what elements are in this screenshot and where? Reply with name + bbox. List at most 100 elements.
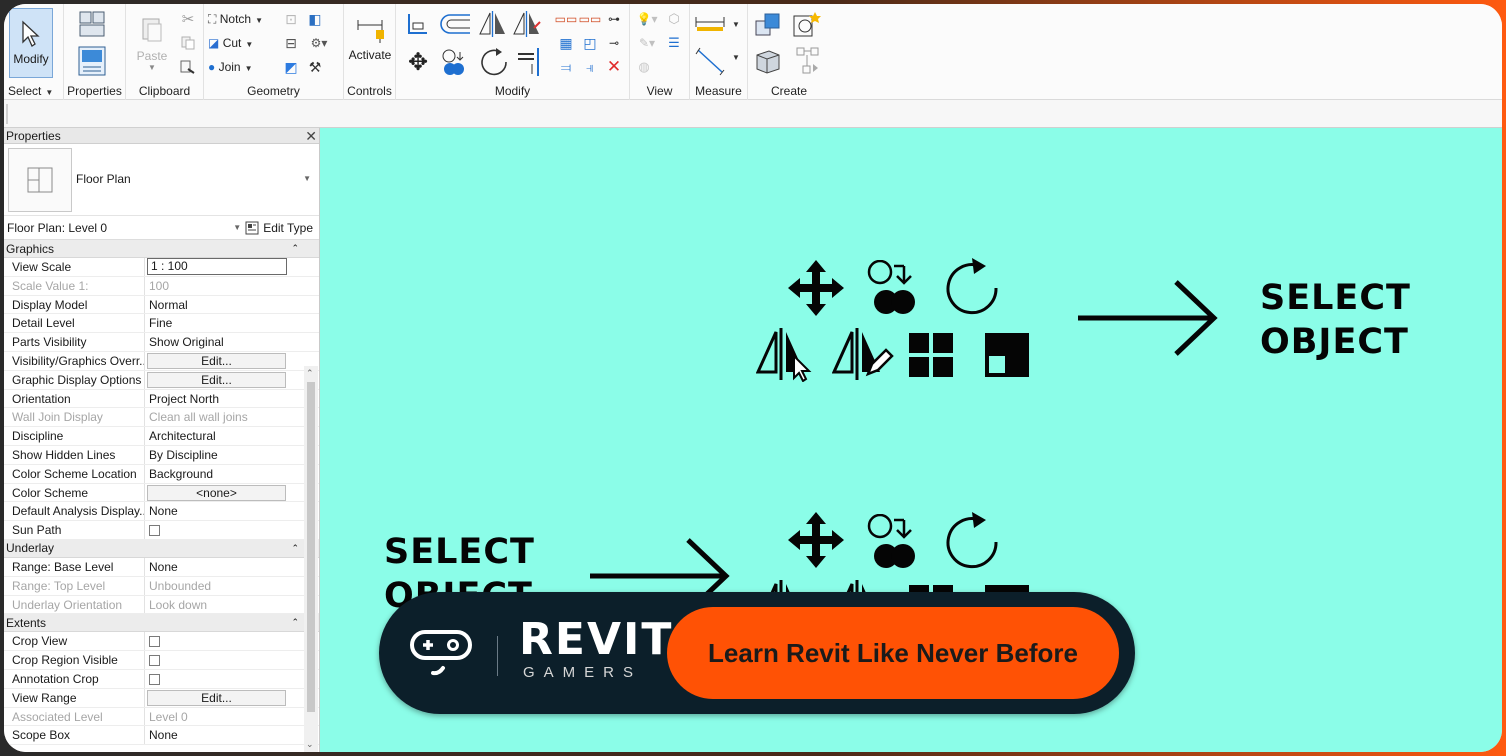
hide-element-icon[interactable]: 💡▾ [634,10,660,28]
row-hidden-lines[interactable]: Show Hidden Lines By Discipline [4,445,319,465]
crop-view-checkbox[interactable] [149,636,160,648]
chevron-down-icon: ▼ [233,223,242,232]
cut-geometry-icon: ◪ [208,36,220,50]
linework-icon[interactable]: ☰ [664,34,684,52]
align-icon[interactable] [404,10,432,38]
properties-title: Properties [6,128,61,143]
scroll-down-icon[interactable]: ⌄ [306,739,314,750]
row-crop-view: Crop View [4,632,319,652]
scroll-up-icon[interactable]: ⌃ [306,368,314,379]
paste-button[interactable]: Paste ▼ [132,10,172,76]
unpin-icon[interactable]: ⊶ [604,10,624,28]
crop-region-checkbox[interactable] [149,655,160,667]
move-icon[interactable]: ✥ [404,48,432,76]
clipboard-panel-title: Clipboard [138,84,191,98]
row-vg-overrides: Visibility/Graphics Overr... Edit... [4,351,319,371]
paint-icon[interactable]: ◧ [306,10,324,28]
view-scale-input[interactable]: 1 : 100 [147,258,287,275]
row-sun-path: Sun Path [4,521,319,540]
offset-icon[interactable] [438,10,472,38]
row-range-base[interactable]: Range: Base Level None [4,557,319,577]
create-assembly-icon[interactable] [752,10,784,40]
join-geometry-button[interactable]: ● Join ▼ [208,60,253,74]
group-graphics[interactable]: Graphics ⌃ [4,240,319,258]
color-scheme-button[interactable]: <none> [147,484,286,501]
delete-icon[interactable]: ✕ [604,57,624,76]
rotate-icon [946,258,998,315]
promo-banner[interactable]: REVIT GAMERS Learn Revit Like Never Befo… [379,592,1135,714]
group-extents[interactable]: Extents ⌃ [4,614,319,633]
pin-icon[interactable]: ⊸ [604,34,624,52]
graphic-display-edit-button[interactable]: Edit... [147,371,286,388]
measure-distance-icon[interactable]: ▼ [694,12,742,34]
row-detail-level[interactable]: Detail Level Fine [4,314,319,334]
sun-path-checkbox[interactable] [149,525,160,537]
rotate-icon [946,512,998,569]
modify-button[interactable]: Modify [9,8,53,78]
properties-button[interactable] [76,44,108,78]
array-icon[interactable]: ▦ [556,34,576,52]
cta-button[interactable]: Learn Revit Like Never Before [667,607,1119,699]
split-face-icon[interactable]: ⊟ [282,34,300,52]
row-range-top: Range: Top Level Unbounded [4,576,319,596]
row-color-scheme-location[interactable]: Color Scheme Location Background [4,464,319,484]
cope-icon[interactable]: ◩ [282,58,300,76]
edit-type-button[interactable]: ▼ Edit Type [233,221,313,235]
vg-edit-button[interactable]: Edit... [147,352,286,369]
annotation-crop-checkbox[interactable] [149,673,160,685]
row-crop-region: Crop Region Visible [4,651,319,670]
split-icon[interactable]: ▭▭ [555,10,578,28]
cut-geometry-button[interactable]: ◪ Cut ▼ [208,36,253,50]
create-similar-icon[interactable] [790,10,822,40]
instance-filter[interactable]: Floor Plan: Level 0 [7,221,107,235]
view-range-edit-button[interactable]: Edit... [147,689,286,706]
copy-modify-icon[interactable] [440,48,468,78]
view-cube-icon[interactable]: ⬡ [664,10,684,28]
notch-button[interactable]: ⛶ Notch ▼ [208,12,263,27]
chevron-down-icon: ▼ [303,174,311,183]
paste-icon [142,18,162,41]
row-scope-box[interactable]: Scope Box None [4,726,319,746]
wall-joins-icon[interactable]: ⊡ [282,10,300,28]
row-orientation[interactable]: Orientation Project North [4,389,319,409]
scroll-thumb[interactable] [307,382,315,712]
type-properties-icon [79,11,105,37]
properties-scrollbar[interactable]: ⌃ ⌄ [304,366,318,752]
hammer-icon[interactable]: ⚒ [306,58,324,76]
create-parts-icon[interactable] [752,46,784,76]
mirror-draw-axis-icon[interactable] [512,10,542,38]
trim-extend-icon[interactable] [514,46,546,78]
close-icon[interactable]: ✕ [305,129,317,143]
type-selector[interactable]: Floor Plan ▼ [4,144,319,216]
dimension-aligned-icon[interactable]: ▼ [694,46,742,76]
select-dropdown[interactable]: Select ▼ [8,84,53,98]
array-icon [909,333,953,377]
mirror-pick-axis-icon[interactable] [478,10,508,38]
type-properties-button[interactable] [76,8,108,40]
move-icon [788,260,844,316]
row-default-analysis[interactable]: Default Analysis Display... None [4,502,319,522]
match-properties-icon[interactable] [178,58,198,76]
override-graphics-icon[interactable]: ✎▾ [634,34,660,52]
rotate-icon[interactable] [478,46,510,78]
top-select-text: SELECT [1260,278,1411,318]
cut-clipboard-icon[interactable]: ✂ [178,10,198,28]
move-icon [788,512,844,568]
create-group-icon[interactable] [790,46,822,76]
row-discipline[interactable]: Discipline Architectural [4,427,319,446]
copy-icon[interactable] [178,34,198,52]
row-display-model[interactable]: Display Model Normal [4,295,319,315]
select-panel: Modify Select ▼ [4,4,64,100]
chevron-down-icon: ▼ [148,62,156,72]
split-gap-icon[interactable]: ▭▭ [579,10,602,28]
trim-single-icon[interactable]: ⫣ [580,58,600,76]
group-underlay[interactable]: Underlay ⌃ [4,539,319,558]
gamepad-logo-icon [410,630,472,676]
activate-button[interactable]: Activate [346,10,394,68]
demolish-icon[interactable]: ⚙▾ [306,34,332,52]
paint-bucket-icon[interactable]: ◍ [634,58,654,76]
scale-icon[interactable]: ◰ [580,34,600,52]
trim-multiple-icon[interactable]: ⫤ [556,58,576,76]
brand-logo: REVIT [519,614,674,665]
row-parts-visibility[interactable]: Parts Visibility Show Original [4,333,319,352]
